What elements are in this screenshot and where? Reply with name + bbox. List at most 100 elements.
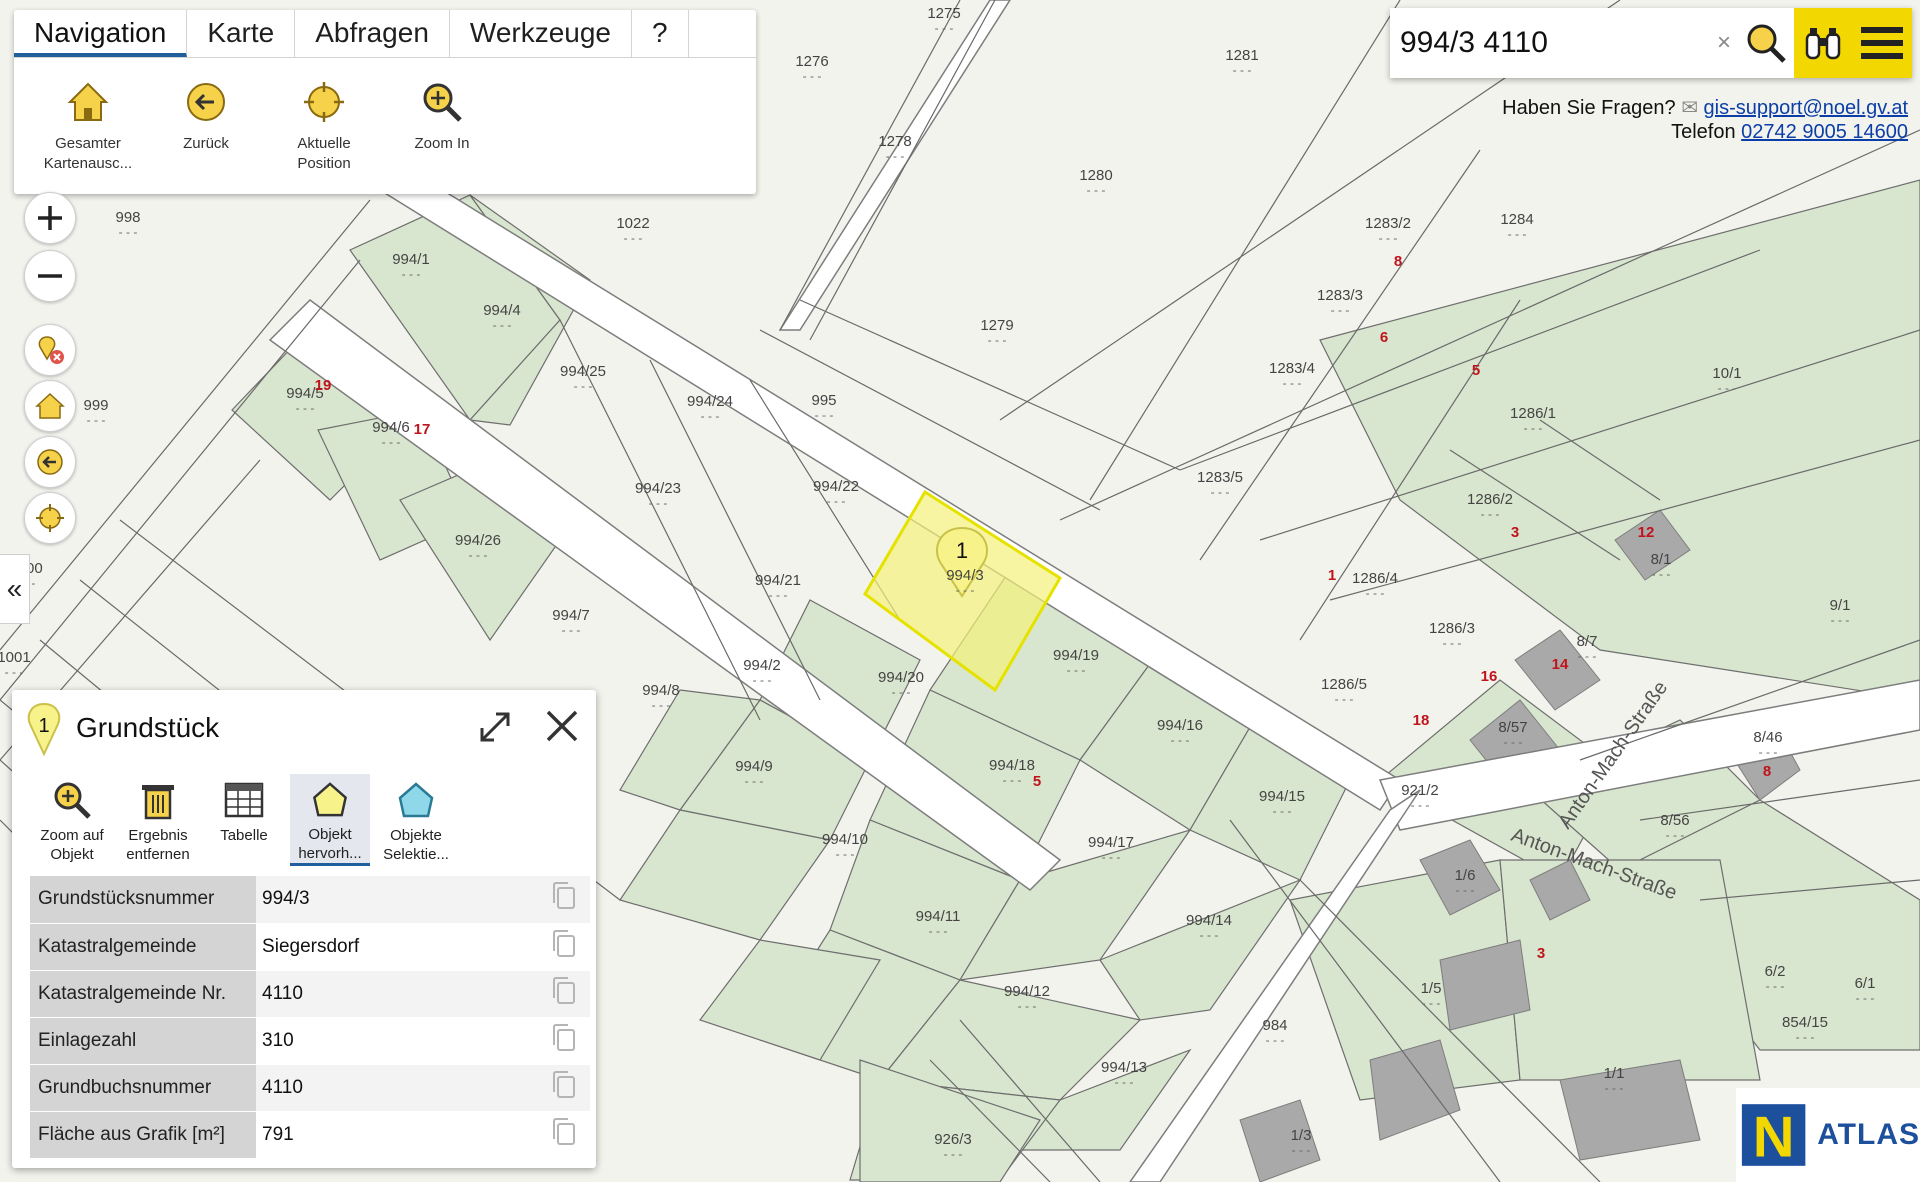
remove-markers-button[interactable] [24,324,76,376]
zoom-to-object-button[interactable]: Zoom auf Objekt [32,774,112,866]
parcel-number-label[interactable]: 854/15 [1782,1014,1828,1031]
highlight-object-button[interactable]: Objekt hervorh... [290,774,370,866]
parcel-number-label[interactable]: 1/5 [1421,980,1442,997]
parcel-number-label[interactable]: 1283/4 [1269,360,1315,377]
full-extent-button[interactable]: Gesamter Kartenausc... [34,78,142,174]
parcel-number-label[interactable]: 1286/1 [1510,405,1556,422]
parcel-number-label[interactable]: 994/20 [878,669,924,686]
parcel-number-label[interactable]: 994/12 [1004,983,1050,1000]
parcel-number-label[interactable]: 1283/2 [1365,215,1411,232]
parcel-number-label[interactable]: 1286/5 [1321,676,1367,693]
zoom-in-tool-button[interactable]: Zoom In [388,78,496,174]
map-home-button[interactable] [24,380,76,432]
parcel-number-label[interactable]: 1283/5 [1197,469,1243,486]
parcel-number-label[interactable]: 994/4 [483,302,521,319]
parcel-number-label[interactable]: 994/11 [916,908,961,925]
parcel-number-label[interactable]: 1276 [795,53,828,70]
parcel-number-label[interactable]: 1284 [1500,211,1533,228]
parcel-number-label[interactable]: 998 [115,209,140,226]
parcel-number-label[interactable]: 1280 [1079,167,1112,184]
table-button[interactable]: Tabelle [204,774,284,866]
parcel-number-label[interactable]: 994/1 [392,251,430,268]
parcel-number-label[interactable]: 994/25 [560,363,606,380]
tab-karte[interactable]: Karte [187,10,296,57]
parcel-number-label[interactable]: 6/1 [1855,975,1876,992]
parcel-number-label[interactable]: 994/16 [1157,717,1203,734]
parcel-number-label[interactable]: 994/18 [989,757,1035,774]
parcel-number-label[interactable]: 1286/2 [1467,491,1513,508]
menu-icon[interactable] [1859,23,1905,63]
parcel-number-label[interactable]: 1281 [1225,47,1258,64]
parcel-number-label[interactable]: 994/15 [1259,788,1305,805]
current-position-button[interactable]: Aktuelle Position [270,78,378,174]
parcel-number-label[interactable]: 1001 [0,649,31,666]
parcel-number-label[interactable]: 1/1 [1604,1065,1625,1082]
parcel-number-label[interactable]: 1283/3 [1317,287,1363,304]
copy-value-button[interactable] [538,923,590,971]
copy-value-button[interactable] [538,876,590,924]
map-zoom-out-button[interactable] [24,250,76,302]
tab-werkzeuge[interactable]: Werkzeuge [450,10,632,57]
map-locate-button[interactable] [24,492,76,544]
parcel-number-label[interactable]: 994/23 [635,480,681,497]
parcel-number-label[interactable]: 994/17 [1088,834,1134,851]
tab-help[interactable]: ? [632,10,689,57]
copy-value-button[interactable] [538,1111,590,1159]
parcel-number-label[interactable]: 1022 [616,215,649,232]
parcel-number-label[interactable]: 994/19 [1053,647,1099,664]
map-zoom-in-button[interactable] [24,192,76,244]
parcel-number-label[interactable]: 1286/4 [1352,570,1398,587]
parcel-number-label[interactable]: 995 [811,392,836,409]
close-icon[interactable] [542,706,582,746]
copy-value-button[interactable] [538,970,590,1018]
parcel-number-label[interactable]: 926/3 [934,1131,972,1148]
parcel-number-label[interactable]: 994/9 [735,758,773,775]
parcel-number-label[interactable]: 8/7 [1577,633,1598,650]
clear-search-button[interactable]: × [1710,29,1738,57]
parcel-number-label[interactable]: 994/24 [687,393,733,410]
parcel-number-label[interactable]: 994/10 [822,831,868,848]
parcel-number-label[interactable]: 994/2 [743,657,781,674]
search-button[interactable] [1738,15,1794,71]
binoculars-icon[interactable] [1802,22,1844,64]
parcel-number-label[interactable]: 1279 [980,317,1013,334]
parcel-number-label[interactable]: 8/1 [1651,551,1672,568]
select-objects-button[interactable]: Objekte Selektie... [376,774,456,866]
parcel-number-label[interactable]: 9/1 [1830,597,1851,614]
parcel-number-label[interactable]: 8/56 [1660,812,1689,829]
parcel-number-label[interactable]: 999 [83,397,108,414]
parcel-number-label[interactable]: 1/3 [1291,1127,1312,1144]
remove-result-button[interactable]: Ergebnis entfernen [118,774,198,866]
back-button[interactable]: Zurück [152,78,260,174]
parcel-number-label[interactable]: 10/1 [1712,365,1741,382]
support-email-link[interactable]: gis-support@noel.gv.at [1704,97,1908,119]
tab-navigation[interactable]: Navigation [14,10,188,57]
parcel-number-label[interactable]: 1275 [927,5,960,22]
parcel-number-label[interactable]: 994/6 [372,419,410,436]
copy-value-button[interactable] [538,1017,590,1065]
parcel-number-label[interactable]: 994/14 [1186,912,1232,929]
collapse-panel-button[interactable]: « [0,554,30,624]
parcel-number-label[interactable]: 8/46 [1753,729,1782,746]
copy-value-button[interactable] [538,1064,590,1112]
parcel-number-label[interactable]: 994/21 [755,572,801,589]
parcel-number-label[interactable]: 921/2 [1401,782,1439,799]
parcel-number-label[interactable]: 994/13 [1101,1059,1147,1076]
parcel-number-label[interactable]: 994/22 [813,478,859,495]
tab-abfragen[interactable]: Abfragen [295,10,450,57]
parcel-number-label[interactable]: 1/6 [1455,867,1476,884]
parcel-number-label[interactable]: 8/57 [1498,719,1527,736]
support-phone-link[interactable]: 02742 9005 14600 [1741,121,1908,143]
parcel-number-label[interactable]: 994/3 [946,567,984,584]
parcel-number-label[interactable]: 984 [1262,1017,1287,1034]
parcel-number-label[interactable]: 6/2 [1765,963,1786,980]
parcel-number-label[interactable]: 994/26 [455,532,501,549]
expand-icon[interactable] [476,708,514,746]
parcel-number-label[interactable]: 1286/3 [1429,620,1475,637]
search-input[interactable] [1390,13,1710,73]
parcel-number-label[interactable]: 994/8 [642,682,680,699]
attribute-row: Fläche aus Grafik [m²] 791 [30,1111,590,1159]
parcel-number-label[interactable]: 994/7 [552,607,590,624]
parcel-number-label[interactable]: 1278 [878,133,911,150]
map-back-button[interactable] [24,436,76,488]
